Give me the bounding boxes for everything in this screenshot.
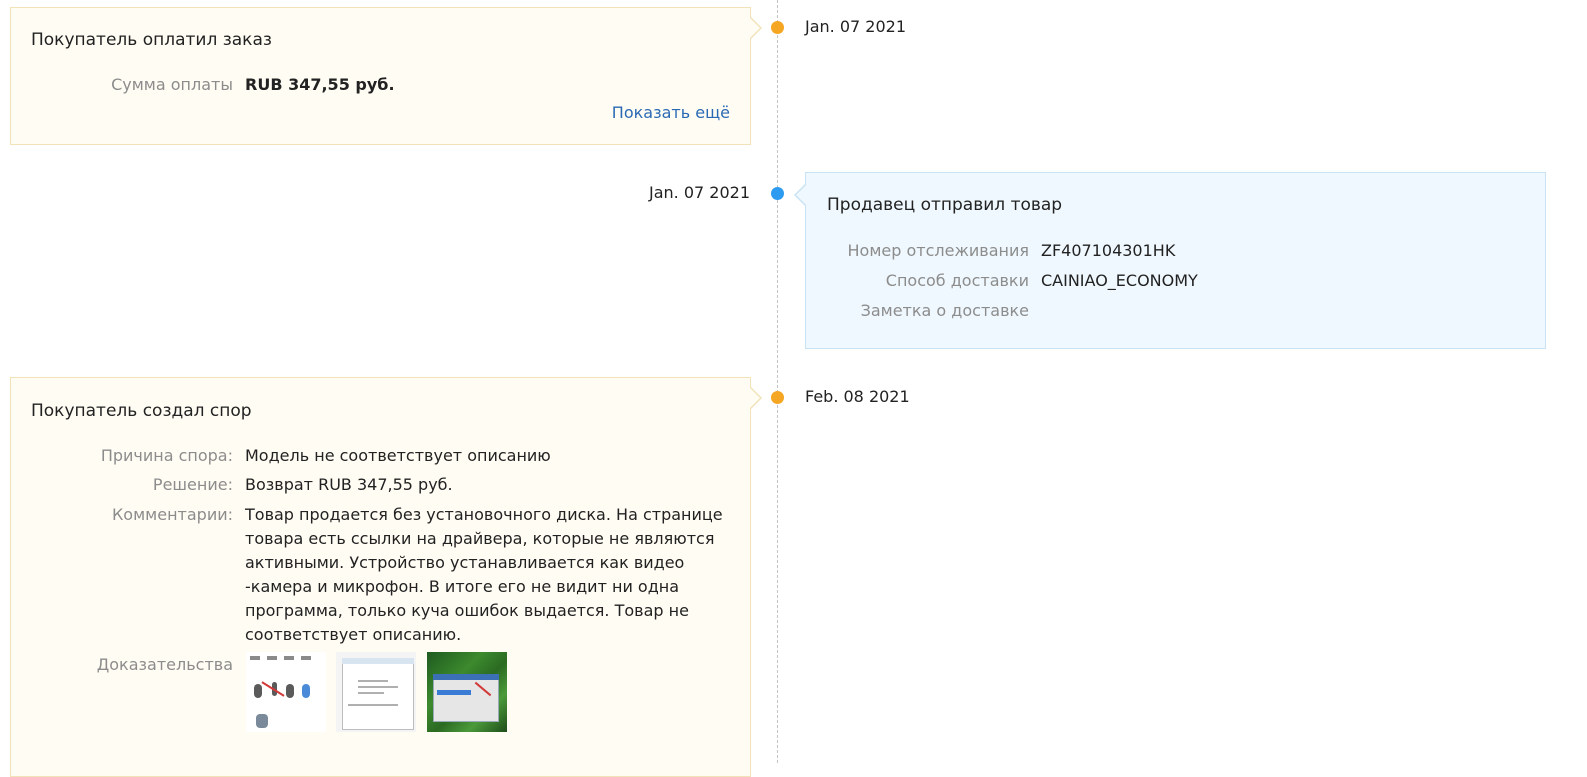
- delivery-method-row: Способ доставки CAINIAO_ECONOMY: [827, 269, 1198, 293]
- dispute-resolution-row: Решение: Возврат RUB 347,55 руб.: [31, 473, 453, 497]
- evidence-label: Доказательства: [96, 655, 233, 674]
- dispute-reason-label: Причина спора:: [100, 446, 233, 465]
- delivery-method-value: CAINIAO_ECONOMY: [1041, 271, 1198, 290]
- timeline-dot-payment: [771, 21, 784, 34]
- shipping-title: Продавец отправил товар: [827, 195, 1063, 215]
- evidence-image-3[interactable]: [427, 652, 507, 732]
- dispute-reason-value: Модель не соответствует описанию: [245, 446, 551, 465]
- timeline-dot-dispute: [771, 391, 784, 404]
- timeline-line: [777, 0, 778, 763]
- evidence-row: Доказательства: [31, 653, 233, 677]
- shipping-card: Продавец отправил товар Номер отслеживан…: [794, 172, 1546, 349]
- dispute-card: Покупатель создал спор Причина спора: Мо…: [10, 377, 762, 777]
- dispute-comment-label: Комментарии:: [111, 505, 233, 524]
- tracking-number: ZF407104301HK: [1041, 241, 1176, 260]
- card-pointer: [794, 183, 807, 207]
- payment-amount-value: RUB 347,55 руб.: [245, 75, 395, 94]
- dispute-comment-row: Комментарии: Товар продается без установ…: [31, 503, 735, 647]
- payment-amount-row: Сумма оплаты RUB 347,55 руб.: [31, 73, 395, 97]
- delivery-note-label: Заметка о доставке: [860, 301, 1029, 320]
- dispute-comment-text: Товар продается без установочного диска.…: [245, 505, 723, 644]
- shipping-date: Jan. 07 2021: [649, 183, 750, 202]
- payment-amount-label: Сумма оплаты: [111, 75, 233, 94]
- show-more-link[interactable]: Показать ещё: [612, 103, 730, 122]
- payment-title: Покупатель оплатил заказ: [31, 30, 272, 50]
- dispute-reason-row: Причина спора: Модель не соответствует о…: [31, 444, 551, 468]
- card-pointer: [749, 16, 762, 40]
- payment-date: Jan. 07 2021: [805, 17, 906, 36]
- tracking-label: Номер отслеживания: [847, 241, 1029, 260]
- evidence-image-2[interactable]: [336, 652, 416, 732]
- evidence-image-1[interactable]: [246, 652, 326, 732]
- card-pointer: [749, 386, 762, 410]
- tracking-row: Номер отслеживания ZF407104301HK: [827, 239, 1176, 263]
- payment-card: Покупатель оплатил заказ Сумма оплаты RU…: [10, 7, 762, 145]
- dispute-title: Покупатель создал спор: [31, 401, 252, 421]
- dispute-resolution-value: Возврат RUB 347,55 руб.: [245, 475, 453, 494]
- delivery-note-row: Заметка о доставке: [827, 299, 1041, 323]
- dispute-resolution-label: Решение:: [152, 475, 233, 494]
- dispute-date: Feb. 08 2021: [805, 387, 910, 406]
- timeline-dot-shipping: [771, 187, 784, 200]
- delivery-method-label: Способ доставки: [885, 271, 1029, 290]
